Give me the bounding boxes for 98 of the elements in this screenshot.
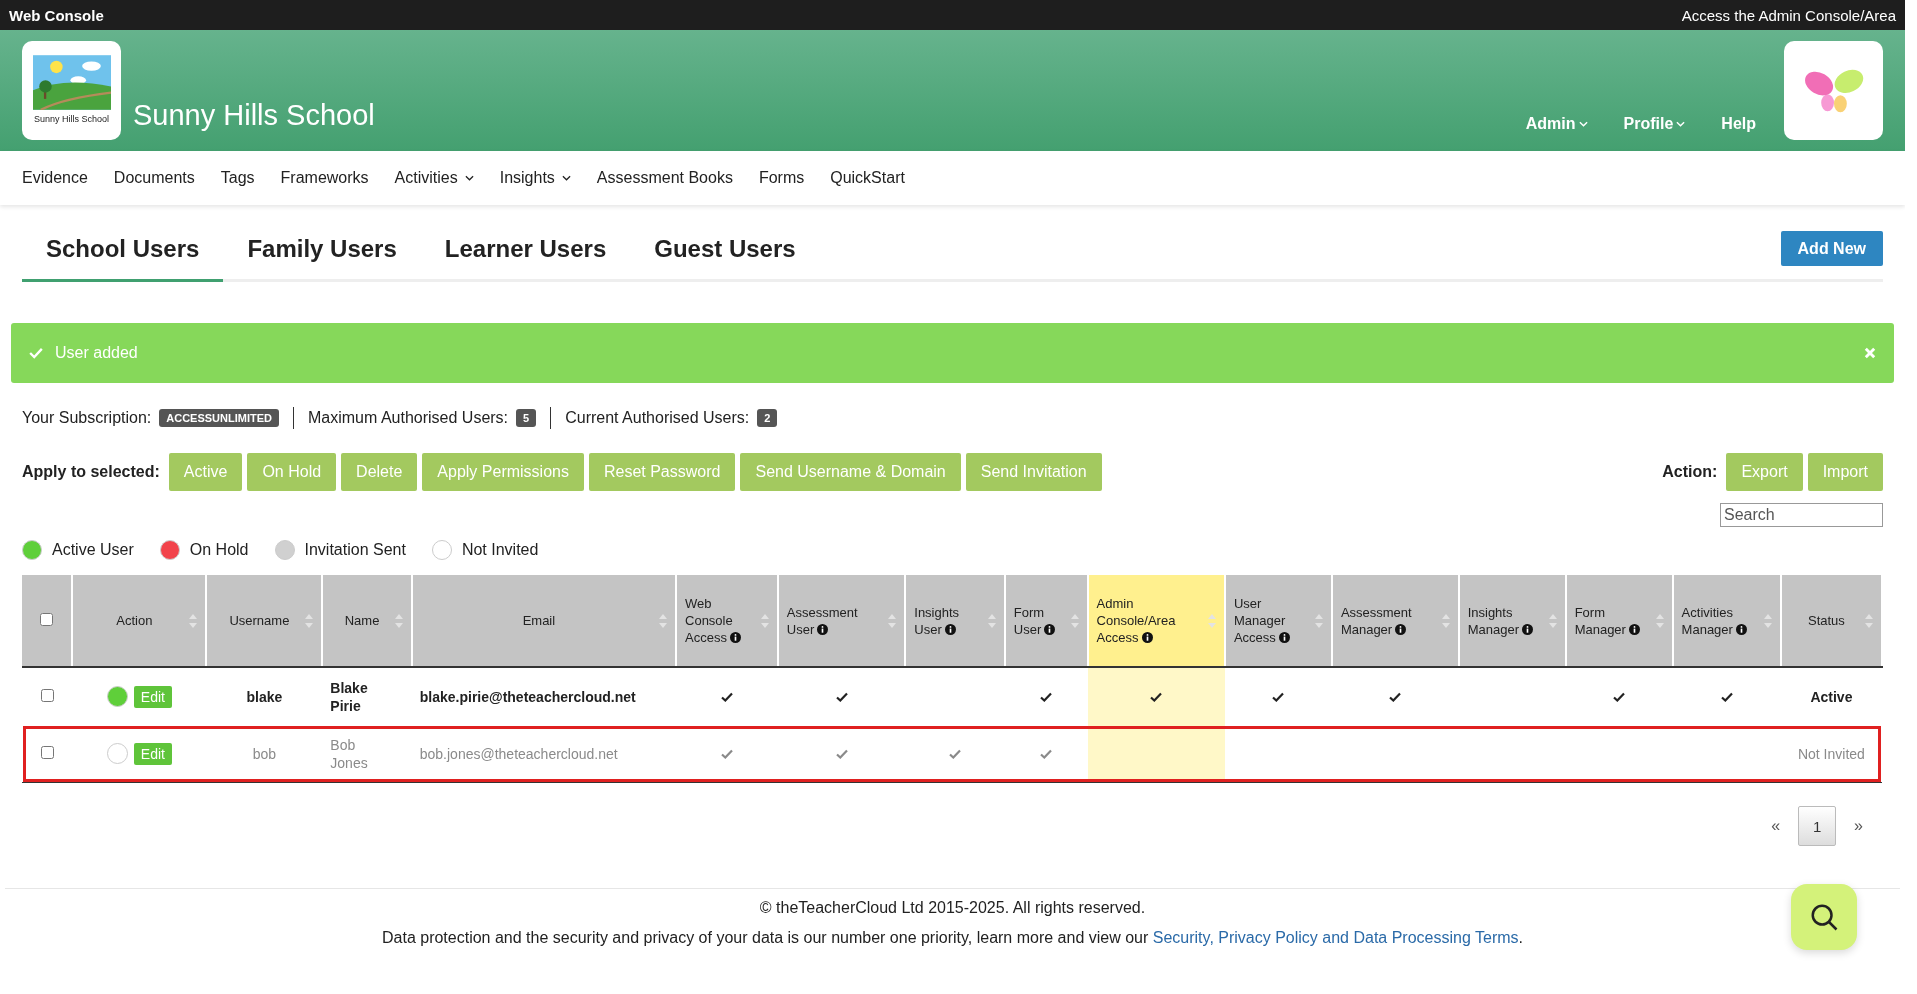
sort-icon[interactable]: [1070, 613, 1079, 628]
privacy-terms-link[interactable]: Security, Privacy Policy and Data Processing Terms: [1152, 929, 1519, 946]
page-button[interactable]: 1: [1798, 806, 1837, 846]
nav-item[interactable]: Tags: [220, 169, 255, 187]
info-icon[interactable]: [1735, 623, 1747, 635]
apply-label: Apply to selected:: [22, 463, 160, 481]
close-icon[interactable]: [1864, 347, 1876, 359]
legend-label: On Hold: [189, 541, 249, 559]
legend-label: Not Invited: [461, 541, 539, 559]
info-icon[interactable]: [729, 632, 741, 643]
info-icon[interactable]: [1395, 623, 1407, 635]
user-type-tab[interactable]: Family Users: [223, 218, 421, 282]
column-header[interactable]: Insights User: [905, 575, 1005, 667]
count-badge: 5: [516, 409, 537, 427]
username-cell: bob: [252, 745, 277, 762]
row-checkbox[interactable]: [40, 688, 54, 702]
search-field[interactable]: Search: [1720, 503, 1883, 527]
next-page-link[interactable]: »: [1854, 817, 1863, 835]
name-cell-text: Bob Jones: [330, 735, 369, 772]
copyright-text: © theTeacherCloud Ltd 2015-2025. All rights reserved.: [758, 899, 1147, 917]
column-header[interactable]: Admin Console/Area Access: [1087, 575, 1225, 667]
sort-icon[interactable]: [659, 613, 667, 628]
column-header[interactable]: Name: [322, 575, 412, 667]
user-type-tab[interactable]: Learner Users: [420, 218, 631, 282]
search-icon: [1809, 902, 1839, 932]
info-icon[interactable]: [944, 623, 956, 635]
caret-icon: [1676, 121, 1686, 127]
column-header[interactable]: Assessment User: [777, 575, 906, 667]
column-header[interactable]: Activities Manager: [1672, 575, 1781, 667]
nav-item[interactable]: Evidence: [22, 169, 88, 187]
select-all-checkbox[interactable]: [40, 612, 54, 626]
nav-item[interactable]: QuickStart: [830, 169, 905, 187]
add-new-button[interactable]: Add New: [1780, 231, 1883, 266]
subscription-label: Maximum Authorised Users:: [308, 409, 509, 427]
nav-item[interactable]: Activities: [394, 169, 474, 187]
column-header[interactable]: Form Manager: [1565, 575, 1673, 667]
legend-label: Invitation Sent: [304, 541, 406, 559]
caret-icon: [464, 175, 474, 181]
row-checkbox[interactable]: [40, 745, 54, 759]
info-icon[interactable]: [817, 623, 829, 635]
sort-icon[interactable]: [305, 613, 314, 628]
sort-icon[interactable]: [394, 613, 403, 628]
sort-icon[interactable]: [1655, 613, 1664, 628]
privacy-notice: Data protection and the security and privacy of your data is our number one priority, learn more and view our Security, Privacy Policy and Data Processing Terms.: [381, 929, 1524, 947]
status-text: Active: [1810, 688, 1853, 705]
action-label: Action:: [1662, 463, 1718, 481]
count-badge: 2: [757, 409, 778, 427]
column-header[interactable]: Insights Manager: [1458, 575, 1566, 667]
nav-item[interactable]: Assessment Books: [596, 169, 733, 187]
column-header[interactable]: Username: [206, 575, 323, 667]
sort-icon[interactable]: [888, 613, 897, 628]
column-header[interactable]: Email: [411, 575, 676, 667]
subscription-label: Current Authorised Users:: [565, 409, 750, 427]
username-cell: blake: [246, 688, 283, 705]
info-icon[interactable]: [1141, 632, 1153, 643]
sort-icon[interactable]: [1207, 613, 1216, 628]
column-header[interactable]: Web Console Access: [676, 575, 778, 667]
sort-icon[interactable]: [1548, 613, 1557, 628]
sort-icon[interactable]: [189, 613, 198, 628]
email-cell: blake.pirie@theteachercloud.net: [419, 688, 636, 705]
sort-icon[interactable]: [760, 613, 769, 628]
column-header[interactable]: Action: [72, 575, 207, 667]
sort-icon[interactable]: [1865, 613, 1873, 628]
subscription-label: Your Subscription:: [22, 409, 152, 427]
sort-icon[interactable]: [987, 613, 996, 628]
email-cell: bob.jones@theteachercloud.net: [419, 745, 618, 762]
info-icon[interactable]: [1521, 623, 1533, 635]
caret-icon: [561, 175, 571, 181]
info-icon[interactable]: [1044, 623, 1056, 635]
column-header[interactable]: Assessment Manager: [1331, 575, 1459, 667]
status-text: Not Invited: [1797, 745, 1865, 762]
logo-caption: Sunny Hills School: [33, 114, 109, 124]
check-icon: [29, 347, 43, 359]
app-title: Web Console: [9, 6, 104, 24]
info-icon[interactable]: [1628, 623, 1640, 635]
column-header[interactable]: Form User: [1004, 575, 1088, 667]
user-type-tab[interactable]: Guest Users: [630, 218, 820, 282]
nav-item[interactable]: Frameworks: [280, 169, 369, 187]
previous-page-link[interactable]: «: [1771, 817, 1781, 835]
column-header[interactable]: Status: [1780, 575, 1882, 667]
info-icon[interactable]: [1278, 632, 1290, 643]
search-button[interactable]: [1791, 884, 1857, 950]
nav-item[interactable]: Documents: [113, 169, 195, 187]
column-header[interactable]: User Manager Access: [1224, 575, 1332, 667]
count-badge: ACCESSUNLIMITED: [159, 409, 279, 427]
sort-icon[interactable]: [1763, 613, 1772, 628]
school-logo[interactable]: Sunny Hills School: [22, 41, 121, 140]
user-type-tab[interactable]: School Users: [22, 218, 224, 282]
sort-icon[interactable]: [1314, 613, 1323, 628]
admin-console-link[interactable]: Access the Admin Console/Area: [1681, 6, 1896, 24]
caret-icon: [1578, 121, 1588, 127]
alert-message: User added: [55, 344, 138, 362]
name-cell-text: Blake Pirie: [330, 678, 369, 715]
nav-item[interactable]: Forms: [758, 169, 805, 187]
nav-item[interactable]: Insights: [499, 169, 571, 187]
sort-icon[interactable]: [1441, 613, 1450, 628]
legend-label: Active User: [52, 541, 134, 559]
school-name: Sunny Hills School: [133, 99, 375, 132]
